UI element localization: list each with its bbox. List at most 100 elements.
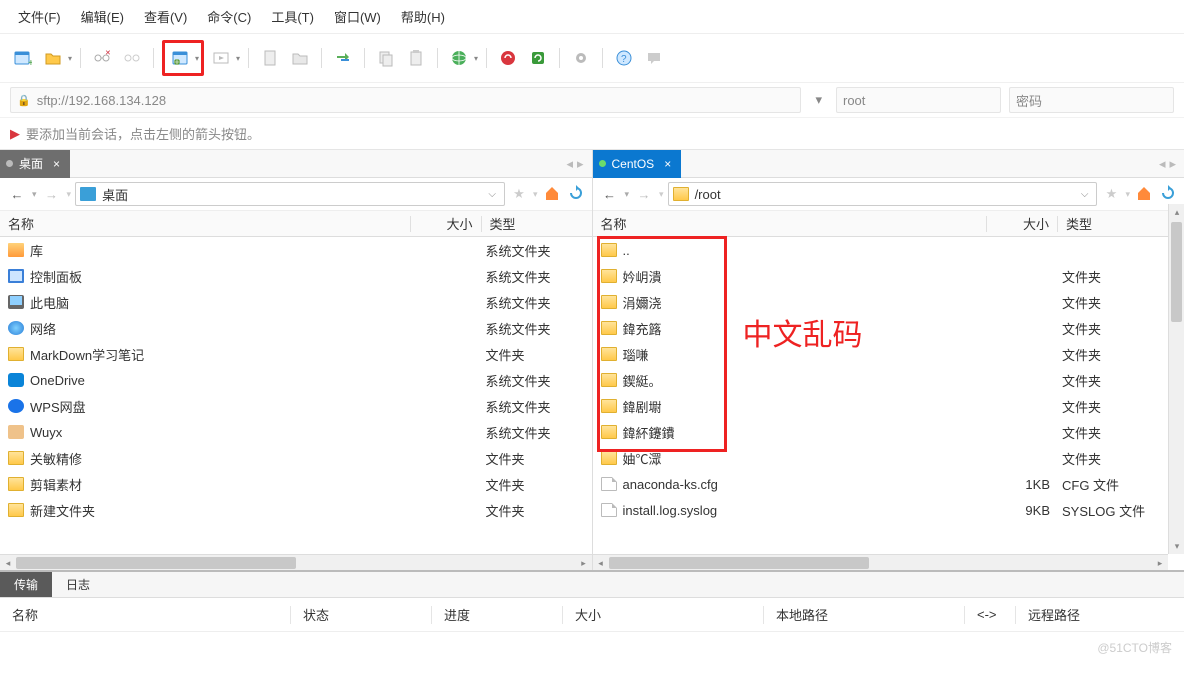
password-input[interactable]: 密码 [1009, 87, 1174, 113]
col-type[interactable]: 类型 [482, 214, 592, 233]
col-type[interactable]: 类型 [1058, 214, 1168, 233]
menu-tools[interactable]: 工具(T) [261, 4, 324, 29]
tcol-size[interactable]: 大小 [563, 605, 763, 624]
start-button[interactable]: ▾ [208, 45, 240, 71]
file-icon [601, 503, 617, 517]
menu-window[interactable]: 窗口(W) [324, 4, 391, 29]
list-item[interactable]: anaconda-ks.cfg1KBCFG 文件 [593, 471, 1169, 497]
copy-icon[interactable] [373, 45, 399, 71]
list-item[interactable]: OneDrive系统文件夹 [0, 367, 592, 393]
list-item[interactable]: 网络系统文件夹 [0, 315, 592, 341]
tcol-status[interactable]: 状态 [291, 605, 431, 624]
right-file-list[interactable]: .. 妗岄潰文件夹涓嬭浇文件夹鍏充簬文件夹瑙嗛文件夹鍥綎。文件夹鍏剧墛文件夹鍏紑… [593, 237, 1169, 554]
bottom-tabs: 传输 日志 [0, 572, 1184, 598]
forward-button[interactable]: → [41, 183, 63, 205]
scrollbar-h[interactable]: ◂▸ [0, 554, 592, 570]
list-item[interactable]: 控制面板系统文件夹 [0, 263, 592, 289]
stop-icon[interactable] [495, 45, 521, 71]
paste-icon[interactable] [403, 45, 429, 71]
tab-transfer[interactable]: 传输 [0, 572, 52, 597]
list-item[interactable]: install.log.syslog9KBSYSLOG 文件 [593, 497, 1169, 523]
left-columns: 名称 大小 类型 [0, 211, 592, 237]
right-tab[interactable]: CentOS × [593, 150, 682, 178]
separator [486, 48, 487, 68]
col-name[interactable]: 名称 [593, 214, 987, 233]
chevron-down-icon[interactable]: ⌵ [484, 189, 500, 200]
transfer-icon[interactable] [330, 45, 356, 71]
col-size[interactable]: 大小 [411, 214, 481, 233]
menu-file[interactable]: 文件(F) [8, 4, 71, 29]
col-size[interactable]: 大小 [987, 214, 1057, 233]
close-icon[interactable]: × [664, 157, 671, 171]
left-tab[interactable]: 桌面 × [0, 150, 70, 178]
chevron-down-icon[interactable]: ▾ [195, 54, 199, 63]
list-item[interactable]: 鍏充簬文件夹 [593, 315, 1169, 341]
back-button[interactable]: ← [599, 183, 621, 205]
list-item[interactable]: MarkDown学习笔记文件夹 [0, 341, 592, 367]
col-name[interactable]: 名称 [0, 214, 410, 233]
home-button[interactable] [542, 185, 562, 204]
refresh-icon[interactable] [525, 45, 551, 71]
list-item[interactable]: 关敏精修文件夹 [0, 445, 592, 471]
folder-icon [601, 425, 617, 439]
list-item[interactable]: .. [593, 237, 1169, 263]
list-item[interactable]: 妗岄潰文件夹 [593, 263, 1169, 289]
web-button[interactable]: ▾ [446, 45, 478, 71]
left-file-list[interactable]: 库系统文件夹控制面板系统文件夹此电脑系统文件夹网络系统文件夹MarkDown学习… [0, 237, 592, 554]
list-item[interactable]: 剪辑素材文件夹 [0, 471, 592, 497]
favorite-button[interactable]: ★ [1101, 186, 1121, 202]
separator [364, 48, 365, 68]
list-item[interactable]: 瑙嗛文件夹 [593, 341, 1169, 367]
scrollbar-v[interactable]: ▴▾ [1168, 204, 1184, 554]
new-file-icon[interactable] [257, 45, 283, 71]
chevron-down-icon[interactable]: ▾ [68, 54, 72, 63]
right-path-input[interactable]: /root ⌵ [668, 182, 1098, 206]
menu-command[interactable]: 命令(C) [197, 4, 261, 29]
menu-help[interactable]: 帮助(H) [391, 4, 455, 29]
tcol-arrow[interactable]: <-> [965, 607, 1015, 622]
list-item[interactable]: WPS网盘系统文件夹 [0, 393, 592, 419]
scrollbar-h[interactable]: ◂▸ [593, 554, 1169, 570]
pc-icon [8, 295, 24, 309]
refresh-button[interactable] [566, 185, 586, 204]
list-item[interactable]: 新建文件夹文件夹 [0, 497, 592, 523]
gear-icon[interactable] [568, 45, 594, 71]
home-button[interactable] [1134, 185, 1154, 204]
chevron-down-icon[interactable]: ▾ [474, 54, 478, 63]
list-item[interactable]: 妯℃潀文件夹 [593, 445, 1169, 471]
tcol-name[interactable]: 名称 [0, 605, 290, 624]
left-path-input[interactable]: 桌面 ⌵ [75, 182, 505, 206]
username-input[interactable]: root [836, 87, 1001, 113]
help-icon[interactable]: ? [611, 45, 637, 71]
menu-view[interactable]: 查看(V) [134, 4, 197, 29]
new-folder-icon[interactable] [287, 45, 313, 71]
list-item[interactable]: 鍥綎。文件夹 [593, 367, 1169, 393]
url-dropdown[interactable]: ▾ [809, 92, 828, 108]
reconnect-icon[interactable]: ✕ [89, 45, 115, 71]
list-item[interactable]: 鍏剧墛文件夹 [593, 393, 1169, 419]
chat-icon[interactable] [641, 45, 667, 71]
tcol-localpath[interactable]: 本地路径 [764, 605, 964, 624]
favorite-button[interactable]: ★ [509, 186, 529, 202]
list-item[interactable]: Wuyx系统文件夹 [0, 419, 592, 445]
list-item[interactable]: 库系统文件夹 [0, 237, 592, 263]
tcol-remotepath[interactable]: 远程路径 [1016, 605, 1184, 624]
forward-button[interactable]: → [633, 183, 655, 205]
chevron-down-icon[interactable]: ⌵ [1077, 189, 1093, 200]
close-icon[interactable]: × [53, 157, 60, 171]
url-input[interactable]: 🔒 sftp://192.168.134.128 [10, 87, 801, 113]
tcol-progress[interactable]: 进度 [432, 605, 562, 624]
list-item[interactable]: 此电脑系统文件夹 [0, 289, 592, 315]
tab-log[interactable]: 日志 [52, 572, 104, 597]
wps-icon [8, 399, 24, 413]
open-button[interactable]: ▾ [40, 45, 72, 71]
properties-button-highlighted[interactable]: ▾ [162, 40, 204, 76]
menu-edit[interactable]: 编辑(E) [71, 4, 134, 29]
back-button[interactable]: ← [6, 183, 28, 205]
refresh-button[interactable] [1158, 185, 1178, 204]
list-item[interactable]: 涓嬭浇文件夹 [593, 289, 1169, 315]
disconnect-icon[interactable] [119, 45, 145, 71]
chevron-down-icon[interactable]: ▾ [236, 54, 240, 63]
new-session-icon[interactable]: + [10, 45, 36, 71]
list-item[interactable]: 鍏紑鑳鐨文件夹 [593, 419, 1169, 445]
